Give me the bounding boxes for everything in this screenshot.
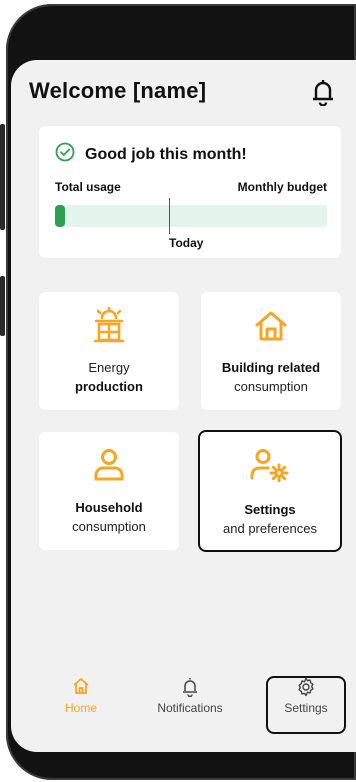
card-header: Good job this month!	[55, 142, 247, 167]
tile-label: Household consumption	[39, 498, 179, 536]
nav-settings-label: Settings	[284, 701, 328, 715]
tile-line2: and preferences	[223, 521, 317, 536]
tile-line1: Household	[75, 500, 143, 515]
tile-energy-production[interactable]: Energy production	[39, 292, 179, 410]
card-title: Good job this month!	[85, 145, 247, 163]
check-circle-icon	[55, 142, 75, 167]
tile-label: Building related consumption	[201, 358, 341, 396]
nav-home-label: Home	[64, 701, 97, 715]
tile-household-consumption[interactable]: Household consumption	[39, 432, 179, 550]
user-icon	[39, 448, 179, 482]
tile-line1: Energy	[88, 360, 130, 375]
budget-card: Good job this month! Total usage Monthly…	[39, 126, 341, 258]
bell-icon[interactable]	[311, 78, 335, 111]
tile-settings-preferences[interactable]: Settings and preferences	[198, 430, 342, 552]
tile-line1: Building related	[221, 360, 321, 375]
tile-line2: production	[75, 379, 143, 394]
page-title: Welcome [name]	[29, 78, 207, 103]
total-usage-label: Total usage	[55, 180, 121, 194]
tile-building-consumption[interactable]: Building related consumption	[201, 292, 341, 410]
tile-label: Energy production	[39, 358, 179, 396]
tile-line2: consumption	[234, 379, 308, 394]
solar-panel-icon	[39, 306, 179, 344]
budget-progress-fill	[55, 205, 65, 227]
header: Welcome [name]	[29, 76, 339, 107]
nav-settings[interactable]: Settings	[261, 677, 351, 715]
today-label: Today	[169, 236, 204, 250]
user-settings-icon	[200, 448, 340, 482]
home-icon	[201, 310, 341, 342]
gear-icon	[261, 677, 351, 697]
budget-progress-track	[55, 205, 327, 227]
nav-notifications[interactable]: Notifications	[145, 677, 235, 715]
bell-icon	[145, 677, 235, 697]
nav-home[interactable]: Home	[36, 677, 126, 715]
home-icon	[36, 677, 126, 697]
monthly-budget-label: Monthly budget	[237, 180, 327, 194]
tile-label: Settings and preferences	[200, 500, 340, 538]
tile-line1: Settings	[244, 502, 296, 517]
today-marker	[169, 198, 170, 234]
volume-button	[0, 124, 5, 230]
tile-line2: consumption	[72, 519, 146, 534]
power-button	[0, 276, 5, 336]
nav-notifications-label: Notifications	[157, 701, 223, 715]
